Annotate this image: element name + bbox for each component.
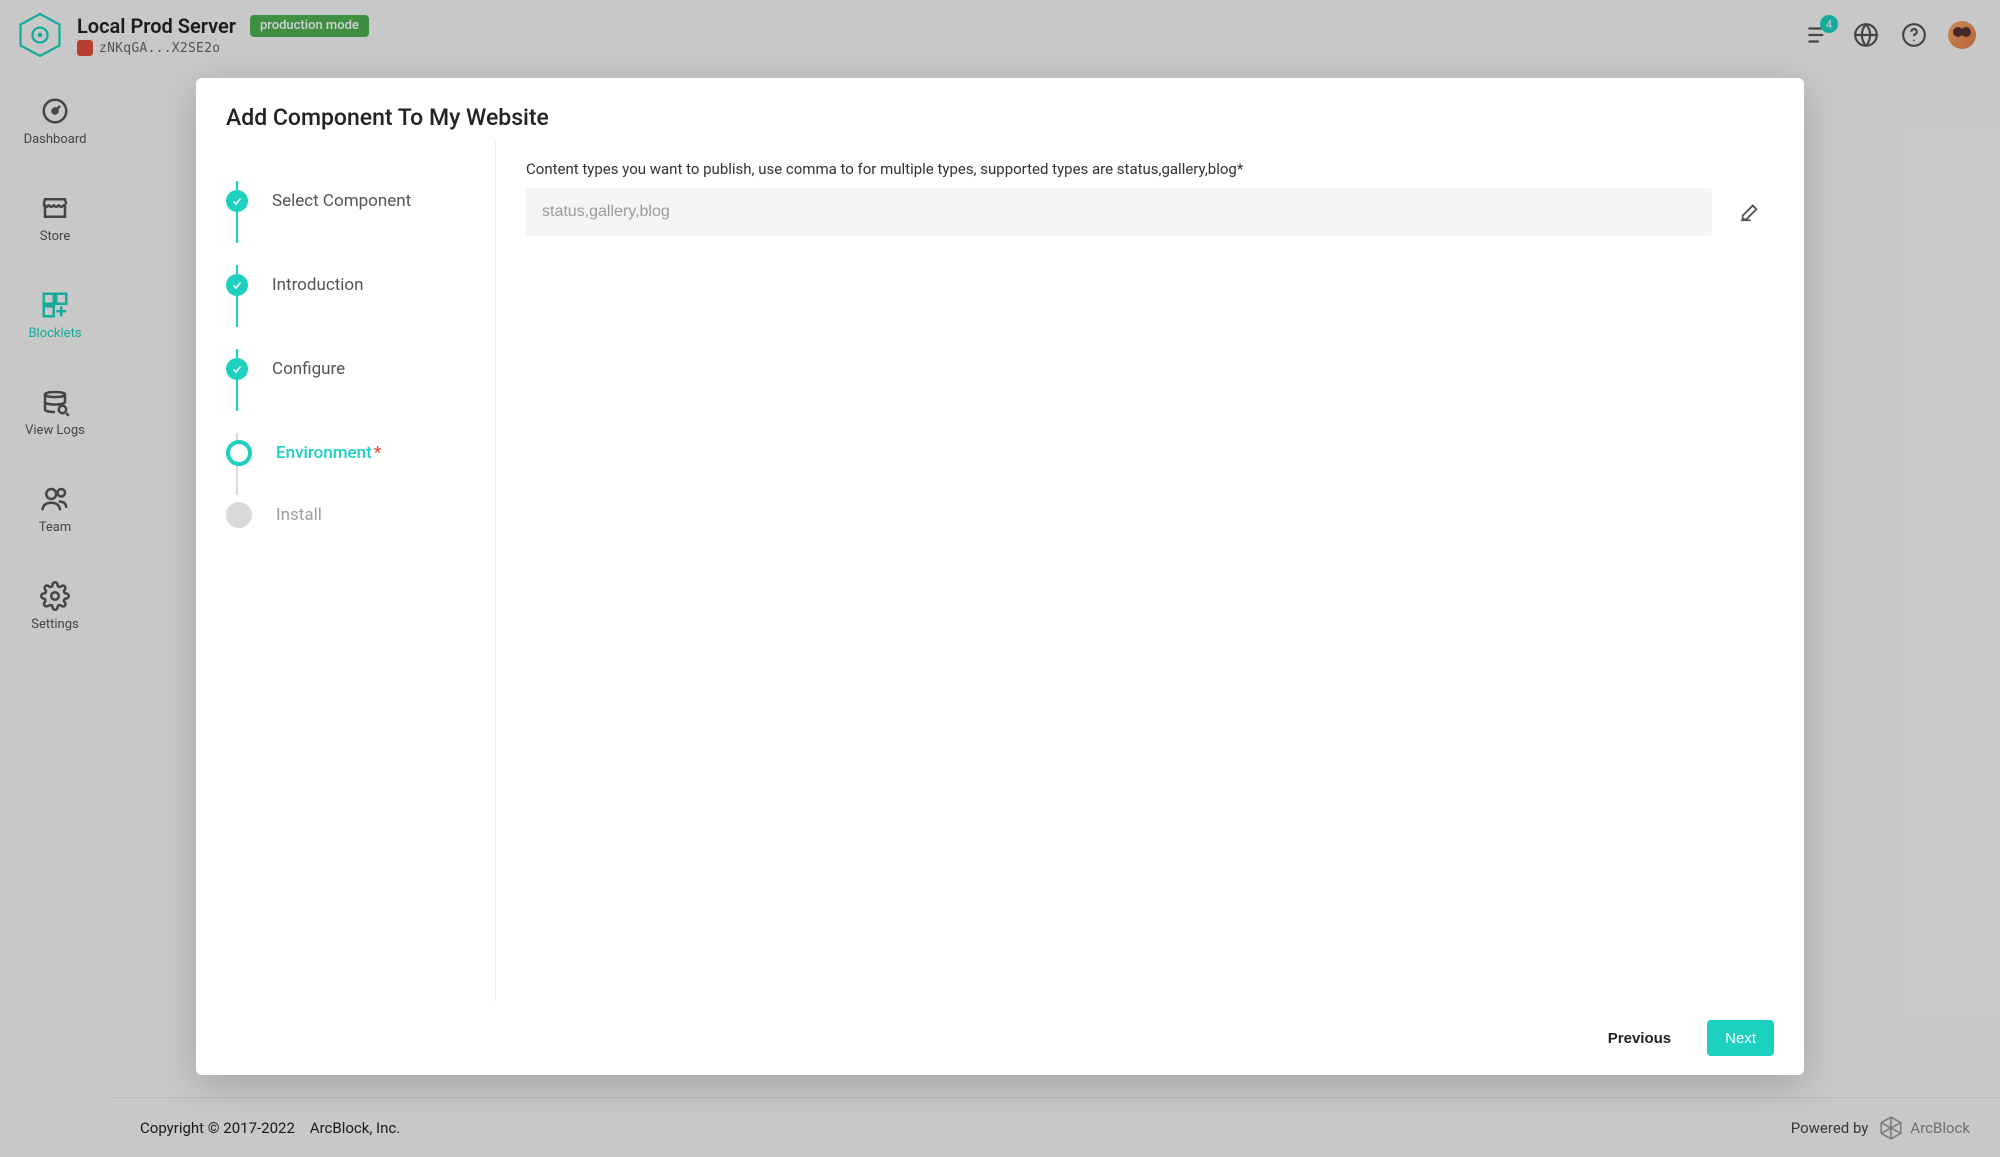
step-label: Introduction bbox=[272, 275, 364, 295]
edit-icon[interactable] bbox=[1736, 198, 1764, 226]
previous-button[interactable]: Previous bbox=[1590, 1020, 1689, 1056]
modal-title: Add Component To My Website bbox=[196, 78, 1804, 141]
content-types-input[interactable] bbox=[526, 188, 1712, 236]
step-label: Environment bbox=[276, 443, 372, 463]
next-button[interactable]: Next bbox=[1707, 1020, 1774, 1056]
stepper: Select Component Introduction Configure bbox=[196, 141, 496, 1001]
form-area: Content types you want to publish, use c… bbox=[496, 141, 1804, 1001]
modal-overlay: Add Component To My Website Select Compo… bbox=[0, 0, 2000, 1157]
modal-footer: Previous Next bbox=[196, 1001, 1804, 1075]
required-indicator: * bbox=[1237, 160, 1243, 178]
step-label: Configure bbox=[272, 359, 345, 379]
step-configure[interactable]: Configure bbox=[226, 327, 475, 411]
check-icon bbox=[226, 274, 248, 296]
pending-step-icon bbox=[226, 502, 252, 528]
step-install: Install bbox=[226, 495, 475, 535]
required-indicator: * bbox=[374, 443, 382, 463]
check-icon bbox=[226, 190, 248, 212]
step-select-component[interactable]: Select Component bbox=[226, 159, 475, 243]
add-component-modal: Add Component To My Website Select Compo… bbox=[196, 78, 1804, 1075]
content-types-label: Content types you want to publish, use c… bbox=[526, 160, 1237, 178]
current-step-icon bbox=[226, 440, 252, 466]
step-introduction[interactable]: Introduction bbox=[226, 243, 475, 327]
step-environment[interactable]: Environment* bbox=[226, 411, 475, 495]
check-icon bbox=[226, 358, 248, 380]
step-label: Select Component bbox=[272, 191, 411, 211]
step-label: Install bbox=[276, 505, 322, 525]
